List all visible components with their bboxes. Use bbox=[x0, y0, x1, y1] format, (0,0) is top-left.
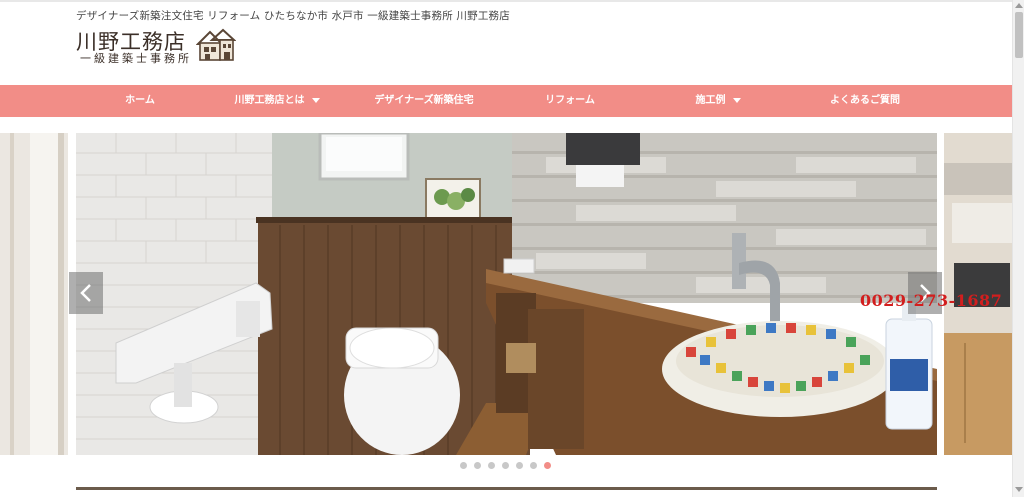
slider-dot[interactable] bbox=[502, 462, 509, 469]
nav-item-label: ホーム bbox=[125, 95, 155, 106]
restroom-interior-image bbox=[76, 133, 937, 455]
scroll-thumb[interactable] bbox=[1015, 12, 1023, 58]
nav-item-label: 施工例 bbox=[695, 95, 726, 106]
site-tagline: デザイナーズ新築注文住宅 リフォーム ひたちなか市 水戸市 一級建築士事務所 川… bbox=[76, 10, 510, 22]
main-navigation: ホーム 川野工務店とは デザイナーズ新築住宅 リフォーム 施工例 よくあるご質問 bbox=[0, 85, 1012, 117]
slider-pagination bbox=[460, 462, 560, 470]
nav-item-about[interactable]: 川野工務店とは bbox=[222, 85, 332, 117]
chevron-left-icon bbox=[80, 284, 91, 302]
nav-item-reform[interactable]: リフォーム bbox=[535, 85, 605, 117]
scroll-up-arrow-icon[interactable] bbox=[1015, 3, 1023, 8]
nav-item-label: 川野工務店とは bbox=[234, 95, 305, 106]
nav-item-faq[interactable]: よくあるご質問 bbox=[818, 85, 912, 117]
previous-slide-image bbox=[0, 133, 68, 455]
nav-item-label: デザイナーズ新築住宅 bbox=[374, 95, 474, 106]
slider-dot[interactable] bbox=[530, 462, 537, 469]
site-logo[interactable]: 川野工務店 一級建築士事務所 bbox=[76, 26, 246, 66]
logo-sub-text: 一級建築士事務所 bbox=[80, 52, 192, 65]
phone-number-overlay: 0029-273-1687 bbox=[860, 291, 1003, 310]
page-scrollbar[interactable] bbox=[1012, 0, 1024, 497]
slider-dot[interactable] bbox=[516, 462, 523, 469]
nav-item-designers-home[interactable]: デザイナーズ新築住宅 bbox=[365, 85, 483, 117]
nav-item-works[interactable]: 施工例 bbox=[683, 85, 753, 117]
chevron-down-icon bbox=[732, 97, 741, 103]
nav-item-label: リフォーム bbox=[545, 95, 595, 106]
nav-item-label: よくあるご質問 bbox=[830, 95, 900, 106]
previous-slide-peek bbox=[0, 133, 68, 455]
slider-dot[interactable] bbox=[488, 462, 495, 469]
slider-dot-active[interactable] bbox=[544, 462, 551, 469]
current-slide bbox=[76, 133, 937, 455]
nav-item-home[interactable]: ホーム bbox=[108, 85, 172, 117]
section-divider bbox=[76, 487, 937, 490]
slider-prev-button[interactable] bbox=[69, 272, 103, 314]
scroll-down-arrow-icon[interactable] bbox=[1015, 487, 1023, 492]
site-header: デザイナーズ新築注文住宅 リフォーム ひたちなか市 水戸市 一級建築士事務所 川… bbox=[0, 2, 1010, 85]
slider-dot[interactable] bbox=[474, 462, 481, 469]
house-logo-icon bbox=[196, 28, 236, 61]
slider-dot[interactable] bbox=[460, 462, 467, 469]
chevron-down-icon bbox=[311, 97, 320, 103]
